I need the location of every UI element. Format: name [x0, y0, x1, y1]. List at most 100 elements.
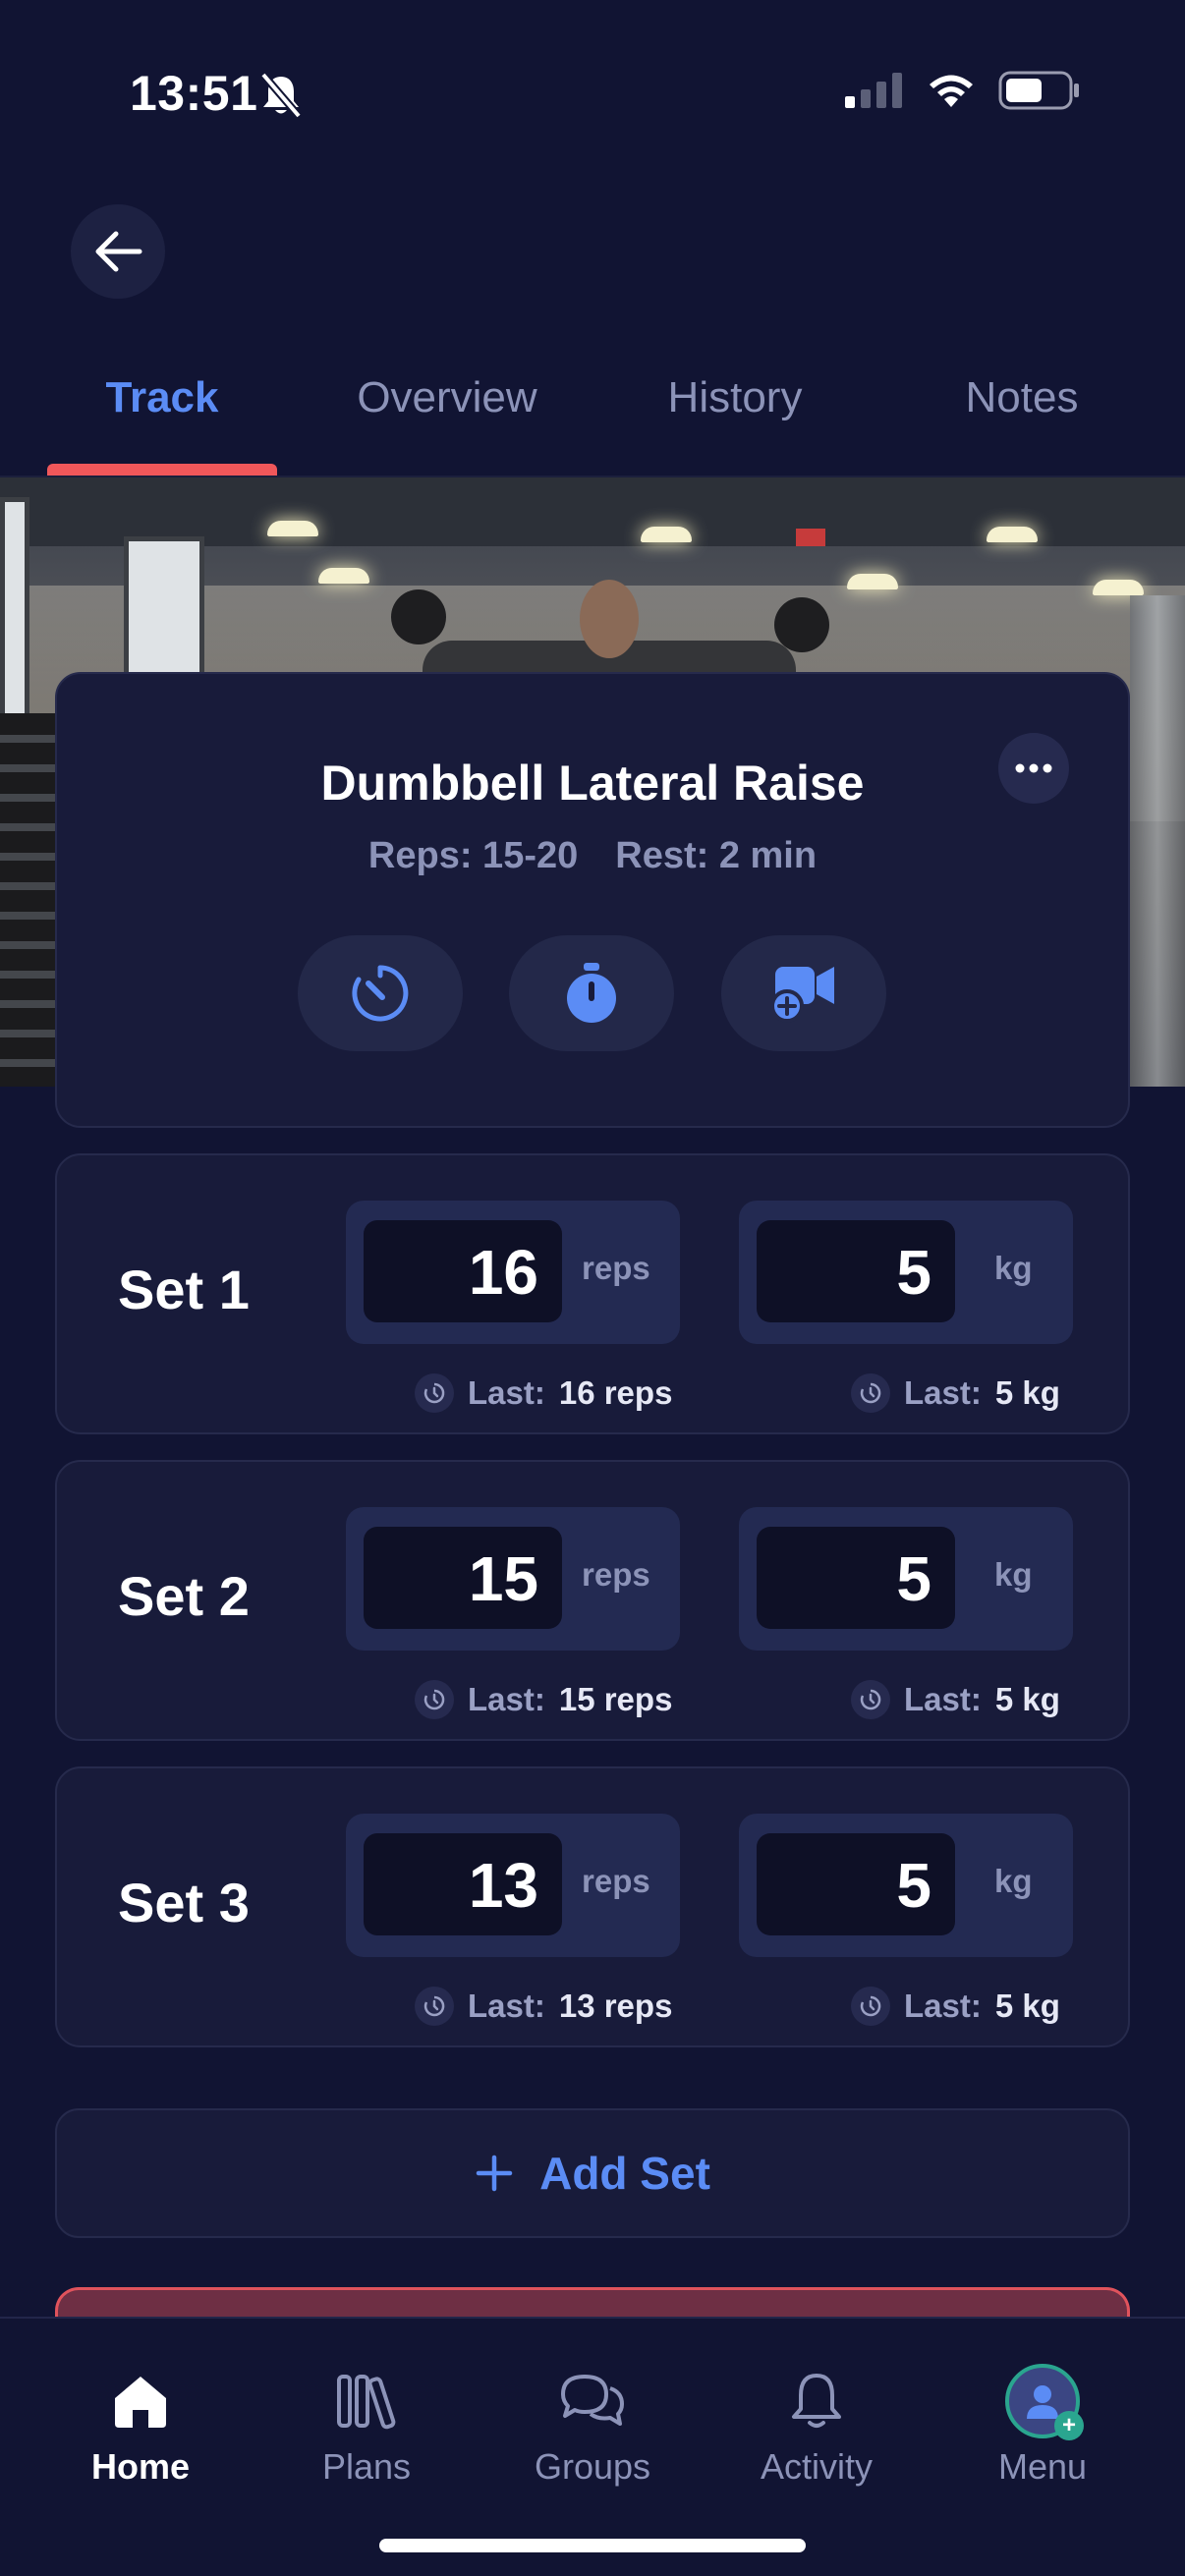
history-clock-icon — [415, 1987, 454, 2026]
set-label: Set 3 — [118, 1872, 250, 1933]
last-reps: Last: 16 reps — [415, 1373, 672, 1413]
last-label: Last: — [904, 1374, 982, 1411]
last-weight: Last: 5 kg — [851, 1987, 1060, 2026]
last-reps-value: 13 reps — [558, 1988, 673, 2024]
weight-value: 5 — [896, 1237, 931, 1308]
rest-timer-button[interactable] — [298, 935, 463, 1051]
nav-home[interactable]: Home — [42, 2362, 239, 2488]
reps-value: 16 — [468, 1237, 538, 1308]
silent-bell-icon — [259, 72, 303, 123]
rest-timer-icon — [352, 965, 409, 1022]
last-label: Last: — [904, 1988, 982, 2024]
nav-plans-label: Plans — [321, 2446, 412, 2487]
home-icon — [115, 2377, 166, 2428]
set-card-3: Set 3 13 reps 5 kg Last: 13 reps Last: 5 k… — [55, 1766, 1130, 2047]
reps-range: Reps: 15-20 — [367, 835, 579, 876]
reps-input[interactable]: 13 — [364, 1833, 562, 1935]
avatar-add-badge: + — [1054, 2411, 1084, 2440]
weight-unit: kg — [994, 1250, 1033, 1286]
last-reps-value: 16 reps — [558, 1374, 673, 1411]
arrow-left-icon — [95, 231, 142, 272]
last-weight-value: 5 kg — [994, 1374, 1060, 1411]
weight-input[interactable]: 5 — [757, 1833, 955, 1935]
reps-unit: reps — [582, 1250, 650, 1286]
weight-unit: kg — [994, 1863, 1033, 1899]
back-button[interactable] — [71, 204, 165, 299]
stopwatch-icon — [567, 963, 616, 1023]
nav-groups-label: Groups — [534, 2446, 651, 2487]
cellular-signal-icon — [845, 73, 902, 108]
add-video-button[interactable] — [721, 935, 886, 1051]
nav-home-label: Home — [90, 2446, 191, 2487]
nav-groups[interactable]: Groups — [494, 2362, 691, 2488]
weight-input[interactable]: 5 — [757, 1220, 955, 1322]
nav-plans[interactable]: Plans — [268, 2362, 465, 2488]
history-clock-icon — [415, 1680, 454, 1719]
reps-value: 15 — [468, 1543, 538, 1614]
history-clock-icon — [851, 1680, 890, 1719]
status-indicators — [845, 71, 1081, 110]
exercise-meta: Reps: 15-20 Rest: 2 min — [55, 835, 1130, 877]
history-clock-icon — [851, 1987, 890, 2026]
exercise-title: Dumbbell Lateral Raise — [320, 756, 865, 811]
plans-icon — [337, 2375, 396, 2430]
set-label: Set 2 — [118, 1565, 250, 1627]
weight-input[interactable]: 5 — [757, 1527, 955, 1629]
reps-field[interactable]: 13 reps — [346, 1814, 680, 1957]
set-label: Set 1 — [118, 1259, 250, 1320]
weight-field[interactable]: 5 kg — [739, 1814, 1073, 1957]
avatar-icon: + — [1005, 2364, 1084, 2440]
last-reps: Last: 15 reps — [415, 1680, 672, 1719]
nav-activity-label: Activity — [760, 2446, 873, 2487]
weight-value: 5 — [896, 1543, 931, 1614]
last-weight-value: 5 kg — [994, 1681, 1060, 1717]
reps-input[interactable]: 15 — [364, 1527, 562, 1629]
last-weight: Last: 5 kg — [851, 1373, 1060, 1413]
weight-field[interactable]: 5 kg — [739, 1507, 1073, 1651]
status-time: 13:51 — [130, 66, 258, 121]
set-card-2: Set 2 15 reps 5 kg Last: 15 reps Last: 5 k… — [55, 1460, 1130, 1741]
add-set-button[interactable]: Add Set — [55, 2108, 1130, 2238]
reps-unit: reps — [582, 1556, 650, 1593]
tab-bar: Track Overview History Notes — [0, 364, 1185, 477]
set-card-1: Set 1 16 reps 5 kg Last: 16 reps Last: 5 k… — [55, 1153, 1130, 1434]
nav-menu[interactable]: + Menu — [944, 2362, 1141, 2488]
last-label: Last: — [904, 1681, 982, 1717]
home-indicator — [379, 2539, 806, 2552]
last-label: Last: — [468, 1681, 545, 1717]
wifi-icon — [930, 75, 973, 107]
history-clock-icon — [415, 1373, 454, 1413]
tab-notes[interactable]: Notes — [904, 373, 1140, 422]
history-clock-icon — [851, 1373, 890, 1413]
bottom-nav: Home Plans Groups Activity + Menu — [0, 2317, 1185, 2576]
screen: { "status_bar": { "time": "13:51" }, "ta… — [0, 0, 1185, 2576]
last-label: Last: — [468, 1988, 545, 2024]
reps-input[interactable]: 16 — [364, 1220, 562, 1322]
nav-menu-label: Menu — [997, 2446, 1088, 2487]
weight-unit: kg — [994, 1556, 1033, 1593]
plus-icon — [476, 2155, 513, 2192]
exercise-card — [55, 672, 1130, 1128]
weight-field[interactable]: 5 kg — [739, 1201, 1073, 1344]
stopwatch-button[interactable] — [509, 935, 674, 1051]
last-reps: Last: 13 reps — [415, 1987, 672, 2026]
tab-overview[interactable]: Overview — [324, 373, 570, 422]
last-weight: Last: 5 kg — [851, 1680, 1060, 1719]
weight-value: 5 — [896, 1850, 931, 1921]
active-tab-indicator — [47, 464, 277, 476]
add-set-label: Add Set — [539, 2148, 710, 2199]
last-weight-value: 5 kg — [994, 1988, 1060, 2024]
tab-history[interactable]: History — [619, 373, 851, 422]
nav-activity[interactable]: Activity — [718, 2362, 915, 2488]
battery-icon — [998, 71, 1079, 110]
tab-track[interactable]: Track — [47, 373, 277, 422]
reps-unit: reps — [582, 1863, 650, 1899]
reps-field[interactable]: 15 reps — [346, 1507, 680, 1651]
add-video-icon — [770, 967, 834, 1023]
last-reps-value: 15 reps — [558, 1681, 673, 1717]
reps-field[interactable]: 16 reps — [346, 1201, 680, 1344]
rest-duration: Rest: 2 min — [615, 835, 818, 876]
groups-icon — [561, 2375, 624, 2426]
last-label: Last: — [468, 1374, 545, 1411]
reps-value: 13 — [468, 1850, 538, 1921]
